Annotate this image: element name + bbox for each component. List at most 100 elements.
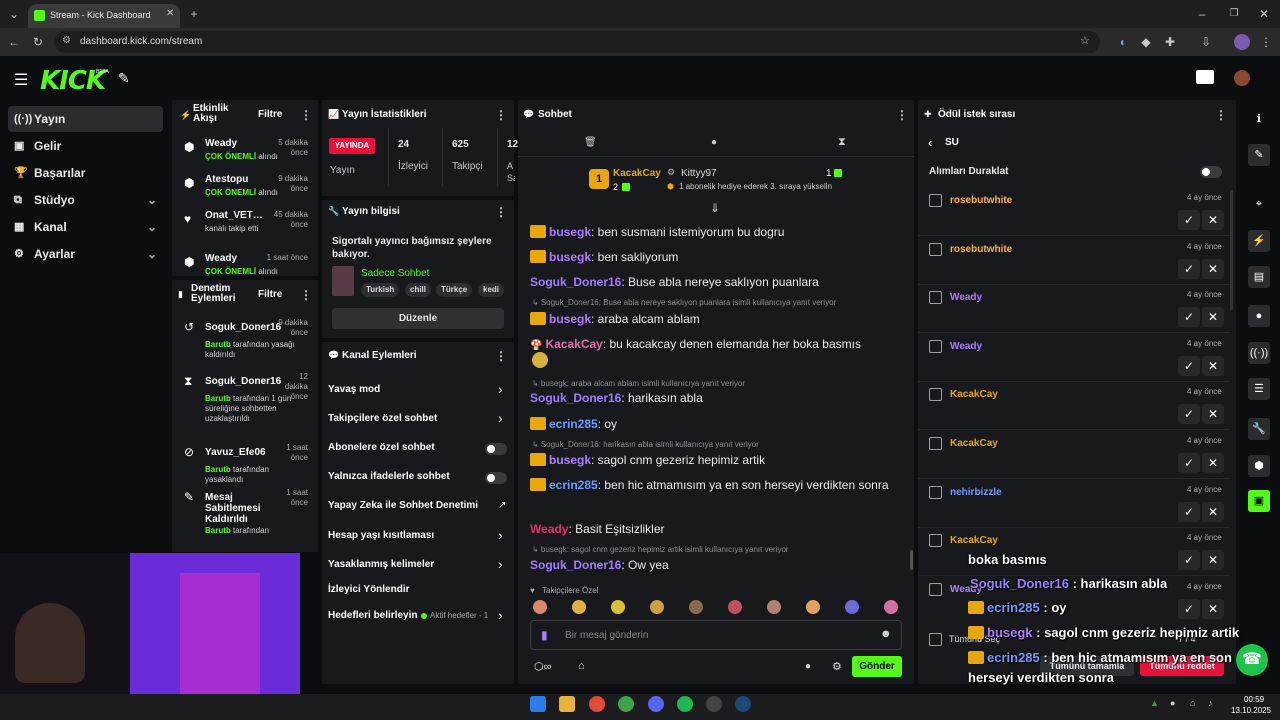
reject-x-icon[interactable]: ✕ — [1202, 258, 1224, 279]
start-icon[interactable] — [530, 696, 546, 712]
minimize-icon[interactable]: – — [1192, 4, 1212, 24]
back-icon[interactable]: ← — [4, 32, 24, 52]
reward-checkbox[interactable] — [929, 582, 942, 596]
sidebar-item-yayin[interactable]: ((·)) Yayın — [8, 106, 163, 132]
close-tab-icon[interactable]: ✕ — [166, 8, 174, 19]
send-button[interactable]: Gönder — [852, 656, 902, 677]
reject-x-icon[interactable]: ✕ — [1202, 355, 1224, 376]
select-all-checkbox[interactable] — [929, 633, 942, 646]
emote-button[interactable] — [650, 600, 664, 614]
scroll-down-icon[interactable]: ⇓ — [710, 201, 720, 215]
hamburger-menu-icon[interactable]: ☰ — [14, 70, 28, 90]
reward-user-name[interactable]: KacakCay — [950, 389, 998, 400]
reward-checkbox[interactable] — [929, 194, 942, 207]
activity-user-name[interactable]: Weady — [205, 138, 265, 149]
moderation-menu-icon[interactable]: ⋮ — [300, 288, 312, 302]
channel-action-label[interactable]: Yavaş mod — [328, 384, 508, 395]
moderation-target-name[interactable]: Mesaj Sabitlemesi Kaldırıldı — [205, 492, 277, 525]
accept-check-icon[interactable]: ✓ — [1178, 598, 1200, 619]
lightning-icon[interactable]: ⚡ — [1248, 230, 1270, 252]
pencil-icon[interactable]: ✎ — [1248, 144, 1270, 166]
chat-menu-icon[interactable]: ⋮ — [896, 108, 908, 122]
chat-username[interactable]: busegk — [549, 312, 591, 326]
accept-check-icon[interactable]: ✓ — [1178, 258, 1200, 279]
extension-icon[interactable]: ◖ — [1112, 32, 1132, 52]
chat-input[interactable]: Bir mesaj gönderin — [565, 630, 648, 641]
reload-icon[interactable]: ↻ — [28, 32, 48, 52]
moderation-target-name[interactable]: Soguk_Doner16 — [205, 322, 281, 333]
user-avatar[interactable] — [1234, 70, 1250, 86]
reward-checkbox[interactable] — [929, 242, 942, 256]
channel-actions-menu-icon[interactable]: ⋮ — [495, 349, 507, 363]
chevron-right-icon[interactable]: › — [498, 410, 503, 426]
reward-user-name[interactable]: rosebutwhite — [950, 195, 1012, 206]
mic-icon[interactable]: ▮ — [541, 628, 548, 642]
activity-user-name[interactable]: Weady — [205, 253, 265, 264]
broadcast-icon[interactable]: ((·)) — [1248, 342, 1270, 364]
emote-button[interactable] — [611, 600, 625, 614]
chat-username[interactable]: ecrin285 — [549, 478, 598, 492]
emote-button[interactable] — [806, 600, 820, 614]
profile-avatar[interactable] — [1234, 34, 1250, 50]
address-bar[interactable]: ⚙ dashboard.kick.com/stream ☆ — [54, 31, 1100, 53]
channel-action-toggle[interactable] — [485, 472, 507, 484]
accept-check-icon[interactable]: ✓ — [1178, 501, 1200, 522]
accept-check-icon[interactable]: ✓ — [1178, 307, 1200, 328]
extensions-puzzle-icon[interactable]: ✚ — [1160, 32, 1180, 52]
reject-x-icon[interactable]: ✕ — [1202, 210, 1224, 230]
stats-menu-icon[interactable]: ⋮ — [495, 108, 507, 122]
reject-x-icon[interactable]: ✕ — [1202, 307, 1224, 328]
reject-x-icon[interactable]: ✕ — [1202, 598, 1224, 619]
mic-tray-icon[interactable]: ● — [1170, 698, 1175, 708]
obs-icon[interactable] — [706, 696, 722, 712]
bookmark-star-icon[interactable]: ☆ — [1080, 34, 1090, 47]
category-link[interactable]: Sadece Sohbet — [361, 268, 429, 279]
external-link-icon[interactable]: ↗ — [498, 500, 506, 511]
reward-menu-icon[interactable]: ⋮ — [1215, 108, 1227, 122]
reject-x-icon[interactable]: ✕ — [1202, 550, 1224, 571]
focus-icon[interactable]: ⌖ — [1248, 193, 1270, 215]
trash-icon[interactable]: 🗑 — [584, 137, 597, 148]
reward-checkbox[interactable] — [929, 388, 942, 402]
chat-scrollbar[interactable] — [910, 550, 913, 570]
reward-user-name[interactable]: Weady — [950, 341, 982, 352]
activity-user-name[interactable]: Atestopu — [205, 174, 265, 185]
chevron-right-icon[interactable]: › — [498, 607, 503, 623]
discord-icon[interactable] — [648, 696, 664, 712]
window-close-icon[interactable]: ✕ — [1254, 4, 1274, 24]
sidebar-item-gelir[interactable]: ▣ Gelir — [8, 133, 163, 159]
emote-button[interactable] — [845, 600, 859, 614]
channel-action-label[interactable]: Hesap yaşı kısıtlaması — [328, 530, 508, 541]
chat-username[interactable]: busegk — [549, 225, 591, 239]
sidebar-item-kanal[interactable]: ▦ Kanal ⌄ — [8, 214, 163, 240]
reward-checkbox[interactable] — [929, 291, 942, 305]
reward-user-name[interactable]: nehirbizzle — [950, 487, 1002, 498]
network-icon[interactable]: ⌂ — [1190, 698, 1195, 708]
moderator-name[interactable]: Barutb — [205, 394, 231, 403]
channel-action-label[interactable]: Yasaklanmış kelimeler — [328, 559, 508, 570]
tab-search-icon[interactable]: ⌄ — [4, 4, 24, 24]
browser-tab[interactable]: Stream - Kick Dashboard ✕ — [28, 4, 180, 28]
chat-username[interactable]: busegk — [549, 250, 591, 264]
sidebar-item-studyo[interactable]: ⧉ Stüdyo ⌄ — [8, 187, 163, 213]
moderator-name[interactable]: Barutb — [205, 465, 231, 474]
reward-user-name[interactable]: rosebutwhite — [950, 244, 1012, 255]
accept-check-icon[interactable]: ✓ — [1178, 550, 1200, 571]
reward-checkbox[interactable] — [929, 485, 942, 499]
volume-icon[interactable]: ♪ — [1208, 698, 1213, 708]
reject-x-icon[interactable]: ✕ — [1202, 404, 1224, 425]
moderation-target-name[interactable]: Soguk_Doner16 — [205, 376, 281, 387]
reward-user-name[interactable]: KacakCay — [950, 438, 998, 449]
edit-button[interactable]: Düzenle — [332, 308, 504, 329]
back-icon[interactable]: ‹ — [928, 135, 932, 150]
extension-2-icon[interactable]: ◆ — [1136, 32, 1156, 52]
emote-button[interactable] — [728, 600, 742, 614]
activity-user-name[interactable]: Onat_VETTEL — [205, 210, 265, 221]
moderation-target-name[interactable]: Yavuz_Efe06 — [205, 447, 277, 458]
emote-button[interactable] — [533, 600, 547, 614]
channel-action-label[interactable]: Yapay Zeka ile Sohbet Denetimi — [328, 500, 508, 511]
chrome-icon[interactable] — [589, 696, 605, 712]
reject-x-icon[interactable]: ✕ — [1202, 501, 1224, 522]
chat-username[interactable]: Weady — [530, 522, 568, 536]
chat-username[interactable]: Soguk_Doner16 — [530, 558, 621, 572]
